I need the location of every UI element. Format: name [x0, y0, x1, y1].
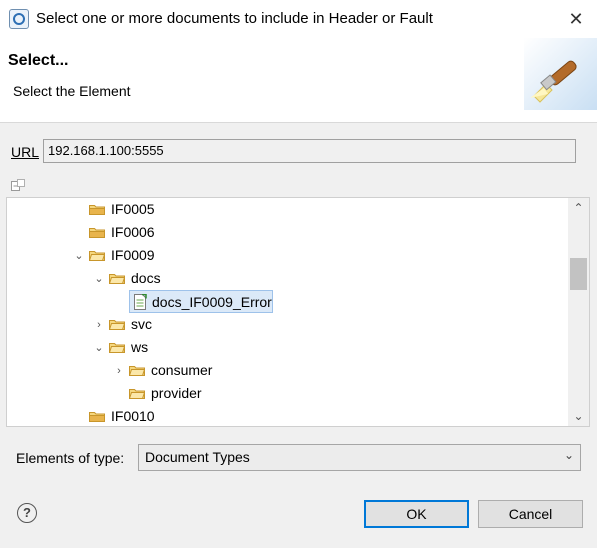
element-type-label: Elements of type:: [16, 450, 125, 466]
ok-button[interactable]: OK: [364, 500, 469, 528]
folder-open-icon: [109, 274, 125, 284]
tree-item[interactable]: provider: [129, 382, 289, 405]
chevron-down-icon[interactable]: ⌄: [73, 250, 85, 262]
cancel-button[interactable]: Cancel: [478, 500, 583, 528]
scrollbar-thumb[interactable]: [570, 258, 587, 290]
chevron-down-icon: ⌄: [563, 448, 574, 462]
tree-item-label: docs: [131, 270, 161, 286]
app-icon: [9, 9, 29, 29]
chevron-down-icon[interactable]: ⌄: [93, 273, 105, 285]
tree-item-label: IF0005: [111, 201, 155, 217]
folder-icon: [89, 205, 105, 215]
tree-scrollbar[interactable]: ⌃ ⌄: [568, 198, 589, 426]
tree-item[interactable]: › svc: [91, 313, 251, 336]
folder-icon: [129, 366, 145, 376]
tree-item-label: IF0010: [111, 408, 155, 424]
help-button[interactable]: ?: [17, 503, 37, 523]
tree-item[interactable]: ⌄ ws: [91, 336, 251, 359]
folder-open-icon: [89, 251, 105, 261]
folder-icon: [89, 412, 105, 422]
tree-item[interactable]: ⌄ IF0009: [71, 244, 251, 267]
tree-item-selected[interactable]: docs_IF0009_Error: [129, 290, 273, 313]
element-type-value: Document Types: [145, 449, 250, 465]
close-button[interactable]: ✕: [556, 0, 596, 38]
url-label: URL: [11, 144, 40, 160]
tree-item[interactable]: IF0010: [89, 405, 249, 426]
folder-icon: [129, 389, 145, 399]
scroll-down-icon[interactable]: ⌄: [568, 406, 589, 426]
url-field[interactable]: 192.168.1.100:5555: [43, 139, 576, 163]
document-type-icon: [134, 294, 147, 310]
tree-item-label: svc: [131, 316, 152, 332]
element-tree[interactable]: IF0005 IF0006 ⌄ IF0009 ⌄ docs docs_IF000…: [6, 197, 590, 427]
scroll-up-icon[interactable]: ⌃: [568, 198, 589, 218]
close-icon: ✕: [568, 9, 584, 29]
tree-item[interactable]: IF0006: [89, 221, 249, 244]
header-title: Select...: [8, 52, 69, 69]
header-subtitle: Select the Element: [13, 83, 131, 99]
chevron-right-icon[interactable]: ›: [113, 365, 125, 377]
tree-item-label: ws: [131, 339, 149, 355]
window-title: Select one or more documents to include …: [36, 10, 433, 27]
folder-icon: [109, 320, 125, 330]
tree-item-label: consumer: [151, 362, 213, 378]
wizard-header: [0, 38, 597, 123]
tree-item[interactable]: › consumer: [111, 359, 271, 382]
wizard-banner-icon: [524, 38, 597, 110]
tree-item-label: docs_IF0009_Error: [152, 294, 272, 310]
folder-open-icon: [109, 343, 125, 353]
folder-icon: [89, 228, 105, 238]
tree-item-label: IF0006: [111, 224, 155, 240]
element-type-dropdown[interactable]: Document Types ⌄: [138, 444, 581, 471]
tree-item[interactable]: ⌄ docs: [91, 267, 251, 290]
tree-item[interactable]: IF0005: [89, 198, 249, 221]
tree-item-label: provider: [151, 385, 202, 401]
chevron-right-icon[interactable]: ›: [93, 319, 105, 331]
help-icon: ?: [23, 505, 31, 520]
chevron-down-icon[interactable]: ⌄: [93, 342, 105, 354]
tree-item-label: IF0009: [111, 247, 155, 263]
collapse-all-icon[interactable]: [10, 178, 26, 194]
